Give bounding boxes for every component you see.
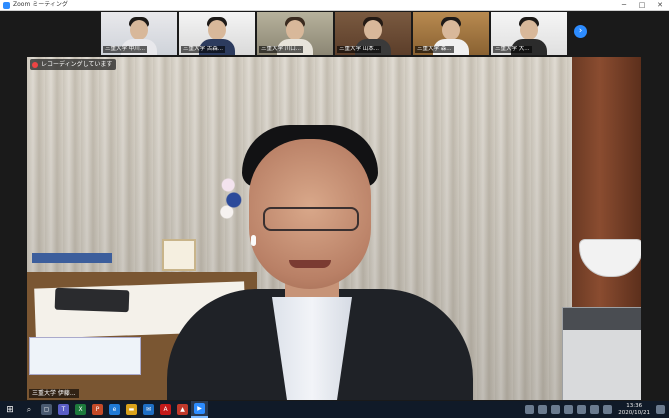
laptop: [54, 287, 130, 313]
speaker-name-tag: 三重大学 伊藤...: [29, 389, 79, 398]
recording-badge[interactable]: レコーディングしています: [30, 59, 117, 70]
notification-icon[interactable]: [656, 405, 665, 414]
recording-dot-icon: [32, 61, 38, 68]
speaker-mouth: [289, 260, 331, 268]
participant-tile[interactable]: 三重大学 中川...: [101, 12, 177, 55]
powerpoint-icon[interactable]: P: [89, 401, 106, 418]
participant-name: 三重大学 大...: [493, 46, 532, 53]
windows-taskbar: ⊞ ⌕ ▢ T X P e ▬ ✉ A ▲ ▶ 13:36 2020/10/21: [0, 401, 669, 418]
participant-tile[interactable]: 三重大学 大...: [491, 12, 567, 55]
tray-icon[interactable]: [538, 405, 548, 414]
participant-face: [130, 20, 148, 40]
printer-top: [563, 308, 641, 330]
clock-date: 2020/10/21: [618, 409, 650, 416]
maximize-button[interactable]: □: [633, 0, 651, 10]
clock-time: 13:36: [626, 402, 643, 409]
tray-icon[interactable]: [525, 405, 535, 414]
window-title: Zoom ミーティング: [13, 1, 68, 8]
volume-icon[interactable]: [603, 405, 613, 414]
file-explorer-icon[interactable]: ▬: [123, 401, 140, 418]
printer: [562, 307, 641, 400]
speaker-glasses: [263, 207, 359, 231]
window-titlebar: Zoom ミーティング ─ □ ✕: [0, 0, 669, 11]
minimize-button[interactable]: ─: [615, 0, 633, 10]
participant-name: 三重大学 古森...: [181, 46, 225, 53]
search-icon[interactable]: ⌕: [20, 401, 38, 418]
participant-face: [442, 20, 460, 40]
earbud: [251, 235, 256, 246]
acrobat-icon[interactable]: A: [157, 401, 174, 418]
window-controls: ─ □ ✕: [615, 0, 669, 10]
task-view-icon[interactable]: ▢: [38, 401, 55, 418]
document-folder: [29, 337, 141, 375]
participant-face: [520, 20, 538, 40]
recording-label: レコーディングしています: [41, 61, 113, 68]
participant-strip: 三重大学 中川... 三重大学 古森... 三重大学 川口... 三重大学 山本…: [0, 11, 669, 57]
participant-name: 三重大学 森...: [415, 46, 454, 53]
mail-icon[interactable]: ✉: [140, 401, 157, 418]
tray-icon[interactable]: [564, 405, 574, 414]
participant-tile[interactable]: 三重大学 古森...: [179, 12, 255, 55]
close-button[interactable]: ✕: [651, 0, 669, 10]
system-tray: 13:36 2020/10/21: [523, 401, 667, 418]
book-stack: [32, 253, 112, 263]
participant-name: 三重大学 山本...: [337, 46, 381, 53]
main-speaker-video[interactable]: レコーディングしています 三重大学 伊藤...: [27, 57, 641, 400]
app-icon[interactable]: ▲: [174, 401, 191, 418]
participant-name: 三重大学 中川...: [103, 46, 147, 53]
edge-icon[interactable]: e: [106, 401, 123, 418]
excel-icon[interactable]: X: [72, 401, 89, 418]
zoom-icon[interactable]: ▶: [191, 401, 208, 418]
participant-tile[interactable]: 三重大学 山本...: [335, 12, 411, 55]
tray-icon[interactable]: [551, 405, 561, 414]
network-icon[interactable]: [590, 405, 600, 414]
participant-tile[interactable]: 三重大学 森...: [413, 12, 489, 55]
taskbar-clock[interactable]: 13:36 2020/10/21: [618, 403, 650, 417]
teams-icon[interactable]: T: [55, 401, 72, 418]
participant-tile[interactable]: 三重大学 川口...: [257, 12, 333, 55]
tray-icon[interactable]: [577, 405, 587, 414]
participant-face: [364, 20, 382, 40]
flower-vase: [217, 167, 245, 227]
picture-frame: [162, 239, 196, 271]
participant-name: 三重大学 川口...: [259, 46, 303, 53]
next-page-chevron-icon[interactable]: ›: [574, 25, 587, 38]
windows-start-icon[interactable]: ⊞: [0, 401, 20, 418]
participant-face: [286, 20, 304, 40]
participant-face: [208, 20, 226, 40]
zoom-app-icon: [3, 1, 10, 9]
